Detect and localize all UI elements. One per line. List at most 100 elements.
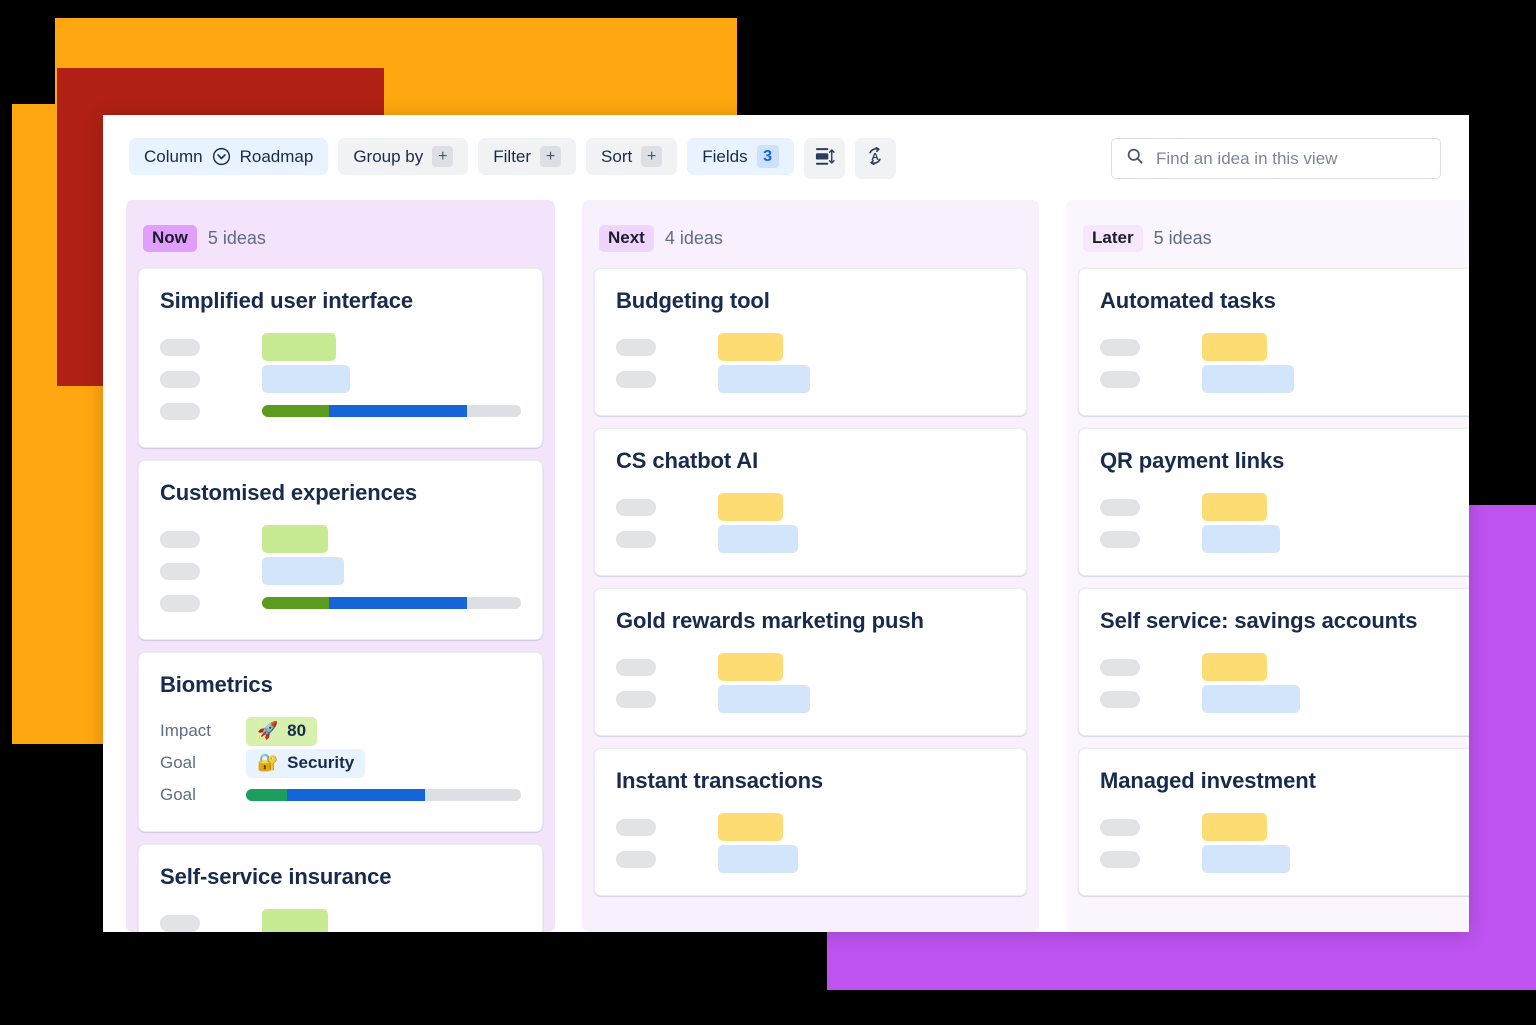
filter-button[interactable]: Filter + bbox=[478, 138, 577, 175]
roadmap-board-window: Column Roadmap Group by + Filter + Sort bbox=[103, 115, 1469, 932]
column-card-list: Budgeting tool CS chatbot AI Gold rewards … bbox=[594, 268, 1027, 896]
progress-segment bbox=[424, 789, 521, 801]
sort-button[interactable]: Sort + bbox=[586, 138, 678, 175]
progress-bar bbox=[246, 789, 521, 801]
board-column-later: Later 5 ideas Automated tasks QR payment li… bbox=[1066, 200, 1469, 932]
column-idea-count: 4 ideas bbox=[664, 227, 723, 248]
column-card-list: Simplified user interface Customised expe… bbox=[138, 268, 543, 932]
idea-card[interactable]: Customised experiences bbox=[138, 460, 543, 640]
idea-card-title: Biometrics bbox=[160, 672, 273, 697]
idea-card-field-row bbox=[1100, 331, 1469, 363]
field-label-placeholder bbox=[616, 818, 656, 836]
field-label-placeholder bbox=[616, 498, 656, 516]
idea-card-field-row bbox=[160, 363, 521, 395]
idea-card-field-row bbox=[616, 491, 1005, 523]
idea-card[interactable]: Biometrics Impact 🚀 80 Goal 🔐 Security Goal bbox=[138, 652, 543, 832]
auto-translate-button[interactable]: A bbox=[854, 138, 896, 179]
idea-card-title: Budgeting tool bbox=[616, 288, 770, 313]
idea-card-field-row bbox=[1100, 683, 1469, 715]
idea-card-title: Customised experiences bbox=[160, 480, 418, 505]
idea-card[interactable]: Self-service insurance bbox=[138, 844, 543, 932]
field-value-placeholder bbox=[718, 813, 783, 841]
column-selector-label: Column bbox=[144, 147, 203, 166]
field-value-placeholder bbox=[718, 845, 798, 873]
field-label: Impact bbox=[160, 721, 212, 740]
idea-card-field-row bbox=[616, 811, 1005, 843]
progress-segment bbox=[287, 789, 425, 801]
idea-card-field-row bbox=[160, 331, 521, 363]
field-value-placeholder bbox=[262, 557, 344, 585]
screenshot-stage: Column Roadmap Group by + Filter + Sort bbox=[0, 0, 1536, 1025]
field-label-placeholder bbox=[1100, 818, 1140, 836]
column-selector-button[interactable]: Column Roadmap bbox=[129, 138, 329, 175]
filter-label: Filter bbox=[493, 147, 532, 166]
plus-icon[interactable]: + bbox=[540, 146, 562, 167]
group-by-button[interactable]: Group by + bbox=[338, 138, 469, 175]
field-label-placeholder bbox=[1100, 370, 1140, 388]
field-value-chip[interactable]: 🚀 80 bbox=[246, 716, 318, 746]
board-column-now: Now 5 ideas Simplified user interface Custo… bbox=[126, 200, 555, 932]
idea-card-field-row bbox=[616, 843, 1005, 875]
field-label-placeholder bbox=[160, 594, 200, 612]
field-value-placeholder bbox=[718, 493, 783, 521]
field-value-text: Security bbox=[287, 753, 355, 772]
field-label-placeholder bbox=[616, 690, 656, 708]
group-by-label: Group by bbox=[353, 147, 424, 166]
idea-card-field-row bbox=[616, 683, 1005, 715]
idea-card[interactable]: Instant transactions bbox=[594, 748, 1027, 896]
column-header-now: Now 5 ideas bbox=[138, 216, 543, 260]
search-icon bbox=[1126, 147, 1144, 170]
idea-card-title: Simplified user interface bbox=[160, 288, 414, 313]
idea-card[interactable]: Automated tasks bbox=[1078, 268, 1469, 416]
fields-label: Fields bbox=[702, 147, 748, 166]
board-columns: Now 5 ideas Simplified user interface Custo… bbox=[103, 200, 1469, 932]
field-value-placeholder bbox=[1202, 653, 1267, 681]
board-toolbar: Column Roadmap Group by + Filter + Sort bbox=[103, 115, 1469, 200]
idea-card-title: Automated tasks bbox=[1100, 288, 1276, 313]
plus-icon[interactable]: + bbox=[641, 146, 663, 167]
field-label-placeholder bbox=[160, 530, 200, 548]
idea-card[interactable]: Gold rewards marketing push bbox=[594, 588, 1027, 736]
progress-segment bbox=[262, 405, 330, 417]
field-value-placeholder bbox=[1202, 333, 1267, 361]
board-column-next: Next 4 ideas Budgeting tool CS chatbot AI Go… bbox=[582, 200, 1039, 932]
idea-card[interactable]: Budgeting tool bbox=[594, 268, 1027, 416]
field-value-placeholder bbox=[718, 653, 783, 681]
idea-card-field-row bbox=[1100, 523, 1469, 555]
row-height-icon bbox=[814, 146, 835, 172]
progress-segment bbox=[329, 597, 467, 609]
lock-key-icon: 🔐 bbox=[257, 753, 279, 772]
field-value-chip[interactable]: 🔐 Security bbox=[246, 748, 366, 778]
idea-card-title: Instant transactions bbox=[616, 768, 824, 793]
idea-card-title: Self service: savings accounts bbox=[1100, 608, 1418, 633]
idea-card[interactable]: Managed investment bbox=[1078, 748, 1469, 896]
progress-segment bbox=[329, 405, 467, 417]
column-status-badge[interactable]: Later bbox=[1083, 224, 1143, 252]
idea-card[interactable]: CS chatbot AI bbox=[594, 428, 1027, 576]
idea-card-title: QR payment links bbox=[1100, 448, 1285, 473]
field-value-placeholder bbox=[1202, 493, 1267, 521]
fields-button[interactable]: Fields 3 bbox=[687, 138, 794, 175]
field-value-placeholder bbox=[1202, 525, 1280, 553]
idea-card-field-row bbox=[1100, 811, 1469, 843]
idea-card-field-row bbox=[616, 651, 1005, 683]
row-height-button[interactable] bbox=[803, 138, 845, 179]
idea-card-title: Managed investment bbox=[1100, 768, 1316, 793]
column-status-badge[interactable]: Next bbox=[599, 224, 654, 252]
search-field[interactable]: Find an idea in this view bbox=[1111, 138, 1441, 179]
idea-card-field-row bbox=[160, 555, 521, 587]
idea-card[interactable]: QR payment links bbox=[1078, 428, 1469, 576]
column-status-badge[interactable]: Now bbox=[143, 224, 197, 252]
field-value-placeholder bbox=[1202, 685, 1300, 713]
plus-icon[interactable]: + bbox=[432, 146, 454, 167]
idea-card-field-row: Goal bbox=[160, 779, 521, 811]
progress-segment bbox=[466, 597, 521, 609]
field-value-placeholder bbox=[718, 525, 798, 553]
idea-card-title: Self-service insurance bbox=[160, 864, 392, 889]
field-label-placeholder bbox=[616, 338, 656, 356]
field-label-placeholder bbox=[1100, 690, 1140, 708]
idea-card[interactable]: Simplified user interface bbox=[138, 268, 543, 448]
idea-card[interactable]: Self service: savings accounts bbox=[1078, 588, 1469, 736]
field-label-placeholder bbox=[616, 850, 656, 868]
field-value-text: 80 bbox=[287, 721, 307, 740]
